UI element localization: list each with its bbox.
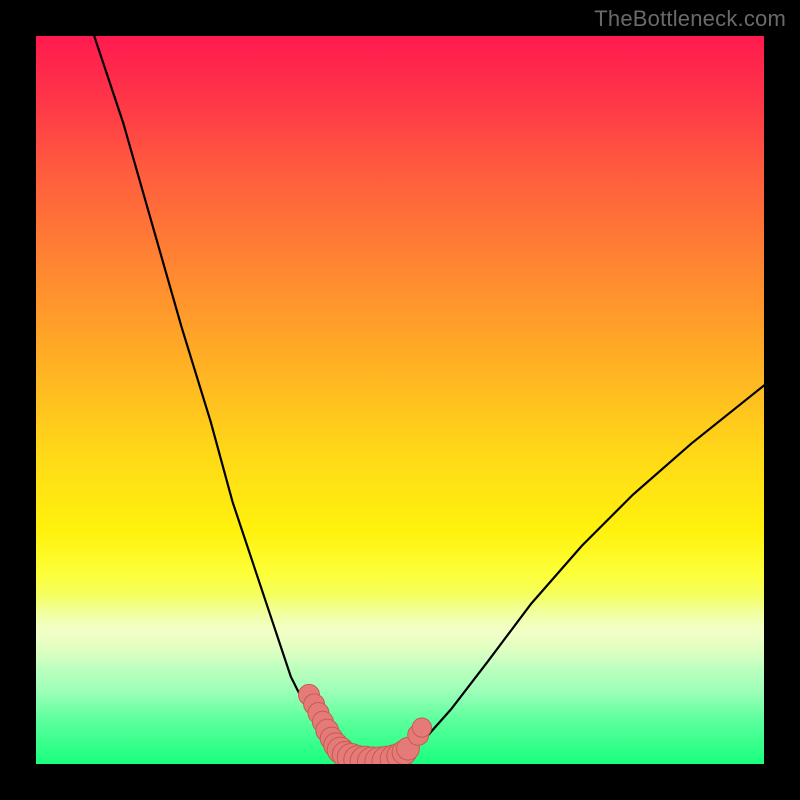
curves-layer — [36, 36, 764, 764]
marker-dot — [412, 718, 431, 737]
left-curve — [94, 36, 342, 760]
chart-frame: TheBottleneck.com — [0, 0, 800, 800]
watermark-text: TheBottleneck.com — [594, 6, 786, 32]
right-curve — [400, 385, 764, 760]
plot-area — [36, 36, 764, 764]
salmon-dots — [299, 684, 432, 764]
